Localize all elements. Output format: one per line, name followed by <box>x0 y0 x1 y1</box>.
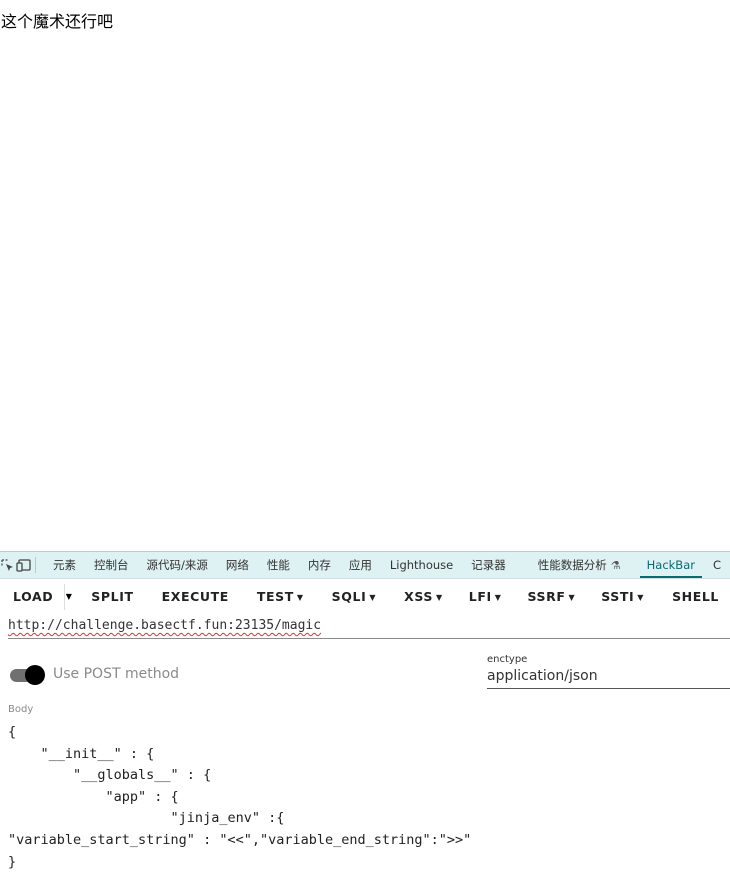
sqli-menu-button[interactable]: SQLI ▼ <box>321 579 387 615</box>
enctype-label: enctype <box>487 654 528 665</box>
inspect-element-icon[interactable] <box>0 554 16 576</box>
url-input[interactable]: http://challenge.basectf.fun:23135/magic <box>8 616 730 639</box>
execute-button[interactable]: EXECUTE <box>151 579 240 615</box>
devtools-panel: 元素 控制台 源代码/来源 网络 性能 内存 应用 Lighthouse 记录器… <box>0 551 730 878</box>
test-menu-button[interactable]: TEST ▼ <box>246 579 315 615</box>
tab-performance-insights[interactable]: 性能数据分析 ⚗ <box>529 552 630 578</box>
url-text: http://challenge.basectf.fun:23135/magic <box>8 618 322 633</box>
tab-hackbar[interactable]: HackBar <box>638 552 704 578</box>
toggle-knob <box>25 665 45 685</box>
ssti-menu-button[interactable]: SSTI ▼ <box>590 579 655 615</box>
ssrf-menu-label: SSRF <box>527 589 566 604</box>
tab-overflow[interactable]: C <box>704 552 730 578</box>
chevron-down-icon: ▼ <box>369 593 377 602</box>
chevron-down-icon: ▼ <box>435 593 443 602</box>
tab-sources[interactable]: 源代码/来源 <box>137 552 216 578</box>
tab-elements[interactable]: 元素 <box>44 552 85 578</box>
tab-separator <box>35 557 36 573</box>
tab-memory[interactable]: 内存 <box>299 552 340 578</box>
load-button[interactable]: LOAD <box>2 579 64 615</box>
tab-performance-insights-label: 性能数据分析 <box>537 558 607 572</box>
flask-icon: ⚗ <box>610 559 621 572</box>
split-button[interactable]: SPLIT <box>80 579 144 615</box>
lfi-menu-label: LFI <box>468 589 492 604</box>
chevron-down-icon: ▼ <box>637 593 645 602</box>
tab-lighthouse[interactable]: Lighthouse <box>381 552 462 578</box>
sqli-menu-label: SQLI <box>331 589 367 604</box>
devtools-tabbar: 元素 控制台 源代码/来源 网络 性能 内存 应用 Lighthouse 记录器… <box>0 552 730 579</box>
page-text: 这个魔术还行吧 <box>1 12 114 31</box>
post-method-toggle[interactable] <box>10 665 45 685</box>
enctype-select[interactable]: application/json <box>487 668 730 689</box>
tab-application[interactable]: 应用 <box>340 552 381 578</box>
tab-network[interactable]: 网络 <box>217 552 258 578</box>
tab-performance[interactable]: 性能 <box>258 552 299 578</box>
ssrf-menu-button[interactable]: SSRF ▼ <box>516 579 586 615</box>
chevron-down-icon: ▼ <box>568 593 576 602</box>
test-menu-label: TEST <box>256 589 294 604</box>
post-method-label: Use POST method <box>53 666 180 682</box>
tab-recorder[interactable]: 记录器 <box>462 552 515 578</box>
lfi-menu-button[interactable]: LFI ▼ <box>458 579 513 615</box>
body-label: Body <box>8 704 34 715</box>
chevron-down-icon: ▼ <box>494 593 502 602</box>
xss-menu-button[interactable]: XSS ▼ <box>393 579 454 615</box>
xss-menu-label: XSS <box>404 589 433 604</box>
device-toolbar-icon[interactable] <box>16 554 32 576</box>
tab-console[interactable]: 控制台 <box>85 552 138 578</box>
load-dropdown-caret-icon[interactable]: ▼ <box>64 584 72 610</box>
shell-menu-button[interactable]: SHELL <box>661 579 730 615</box>
ssti-menu-label: SSTI <box>601 589 635 604</box>
chevron-down-icon: ▼ <box>296 593 304 602</box>
body-textarea[interactable]: { "__init__" : { "__globals__" : { "app"… <box>8 722 728 873</box>
hackbar-toolbar: LOAD ▼ SPLIT EXECUTE TEST ▼ SQLI ▼ XSS ▼ LF… <box>0 579 730 615</box>
